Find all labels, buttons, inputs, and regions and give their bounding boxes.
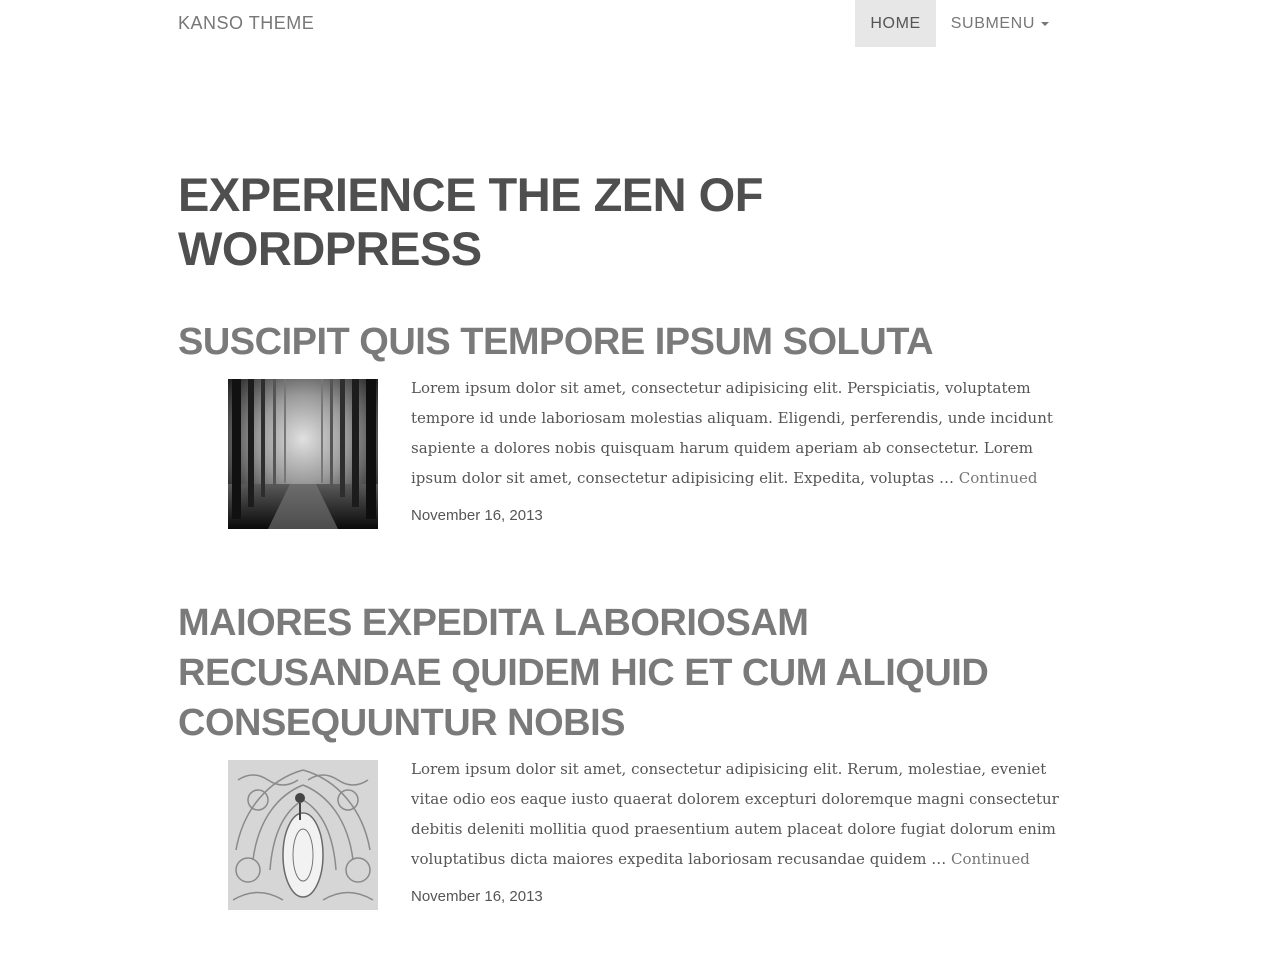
post-date-link[interactable]: November 16, 2013 (411, 507, 543, 524)
ornate-art-image (228, 760, 378, 910)
main-nav: HOME SUBMENU (855, 0, 1064, 47)
forest-image (228, 379, 378, 529)
post-excerpt-text: Lorem ipsum dolor sit amet, consectetur … (411, 379, 1053, 487)
nav-item-submenu[interactable]: SUBMENU (936, 0, 1064, 47)
caret-down-icon (1041, 21, 1049, 26)
site-brand-link[interactable]: KANSO THEME (178, 12, 314, 34)
nav-item-submenu-label: SUBMENU (950, 14, 1035, 32)
post-body: Lorem ipsum dolor sit amet, consectetur … (178, 379, 1078, 531)
top-navbar: KANSO THEME HOME SUBMENU (0, 0, 1278, 47)
continued-link[interactable]: Continued (951, 850, 1030, 868)
page-title: EXPERIENCE THE ZEN OF WORDPRESS (178, 168, 763, 275)
post-excerpt: Lorem ipsum dolor sit amet, consectetur … (411, 373, 1076, 493)
post-date-link[interactable]: November 16, 2013 (411, 888, 543, 905)
forest-image-thumbnail[interactable] (228, 379, 378, 529)
post-title-link[interactable]: MAIORES EXPEDITA LABORIOSAM RECUSANDAE Q… (178, 598, 1078, 748)
post-2: MAIORES EXPEDITA LABORIOSAM RECUSANDAE Q… (178, 598, 1078, 912)
post-title-link[interactable]: SUSCIPIT QUIS TEMPORE IPSUM SOLUTA (178, 317, 1078, 367)
post-1: SUSCIPIT QUIS TEMPORE IPSUM SOLUTA Lorem… (178, 317, 1078, 531)
nav-item-home[interactable]: HOME (855, 0, 936, 47)
nav-item-home-label: HOME (870, 14, 921, 32)
post-excerpt: Lorem ipsum dolor sit amet, consectetur … (411, 754, 1076, 874)
continued-link[interactable]: Continued (959, 469, 1038, 487)
post-body: Lorem ipsum dolor sit amet, consectetur … (178, 760, 1078, 912)
ornate-art-image-thumbnail[interactable] (228, 760, 378, 910)
